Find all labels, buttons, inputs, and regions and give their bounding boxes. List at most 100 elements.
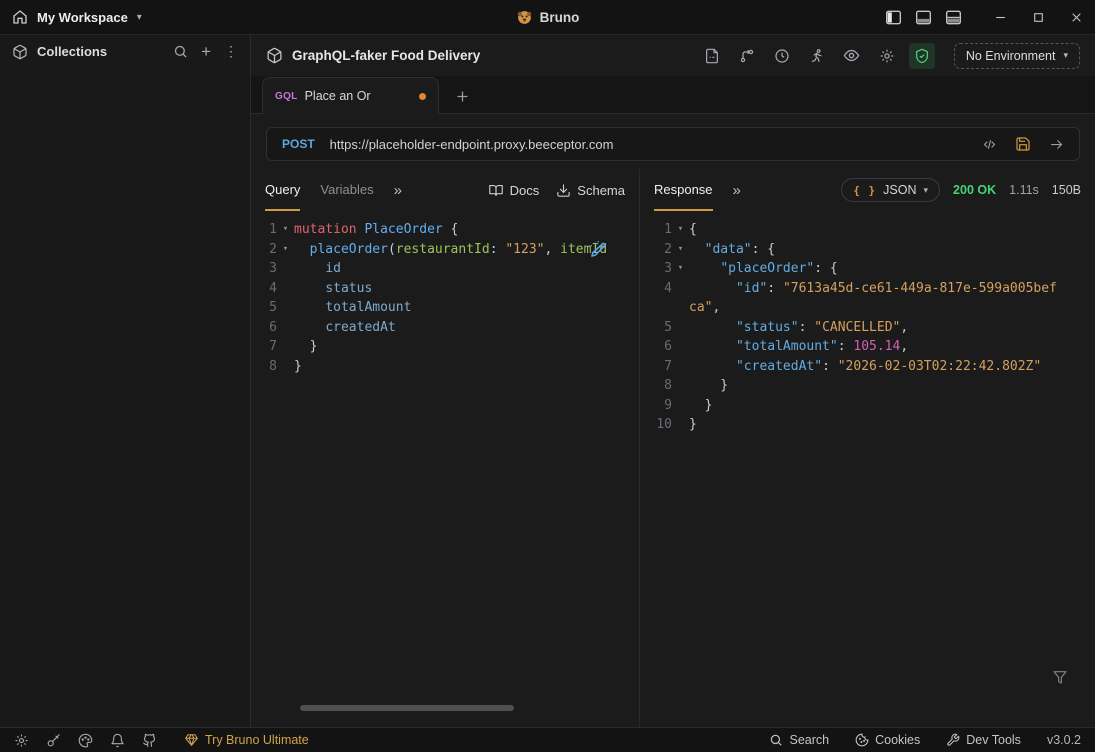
fold-spacer [672,415,689,435]
sidebar-title: Collections [37,44,107,59]
search-icon[interactable] [173,44,188,59]
tab-variables[interactable]: Variables [320,169,373,211]
code-line: 4 status [251,279,639,299]
upgrade-label: Try Bruno Ultimate [205,733,309,747]
collection-header: GraphQL-faker Food Delivery [251,35,1095,76]
code-line: 5 totalAmount [251,298,639,318]
minimize-icon[interactable] [994,11,1007,24]
horizontal-scrollbar[interactable] [300,705,514,711]
query-editor[interactable]: 1▾mutation PlaceOrder {2▾ placeOrder(res… [251,211,639,727]
more-response-tabs-icon[interactable]: » [733,182,741,199]
tab-response[interactable]: Response [654,169,713,211]
fold-arrow-icon[interactable]: ▾ [672,220,689,240]
secrets-key-icon[interactable] [46,733,61,748]
statusbar: Try Bruno Ultimate Search Cookies Dev To… [0,727,1095,752]
save-icon[interactable] [1015,136,1031,152]
send-arrow-icon[interactable] [1048,137,1065,152]
code-line: 6 "totalAmount": 105.14, [640,337,1095,357]
app-title: Bruno [540,10,580,25]
toggle-left-panel-icon[interactable] [885,10,902,25]
format-label: JSON [883,183,916,197]
fold-spacer [277,298,294,318]
search-button[interactable]: Search [769,733,829,747]
prettify-wand-icon[interactable] [588,241,607,260]
code-line: 1▾{ [640,220,1095,240]
code-line: ca", [640,298,1095,318]
request-tab[interactable]: GQL Place an Or [262,77,439,114]
fold-spacer [277,279,294,299]
settings-gear-icon[interactable] [874,43,900,69]
add-collection-icon[interactable]: + [201,42,211,62]
schema-label: Schema [577,183,625,198]
chevron-down-icon[interactable]: ▾ [137,12,142,23]
fold-spacer [277,259,294,279]
query-pane: Query Variables » Docs Schema 1 [251,169,640,727]
runner-icon[interactable] [804,43,830,69]
code-line: 7 "createdAt": "2026-02-03T02:22:42.802Z… [640,357,1095,377]
code-line: 8 } [640,376,1095,396]
cookie-icon [855,733,869,747]
cookies-button[interactable]: Cookies [855,733,920,747]
code-line: 3▾ "placeOrder": { [640,259,1095,279]
history-clock-icon[interactable] [769,43,795,69]
url-input[interactable]: https://placeholder-endpoint.proxy.beece… [330,137,967,152]
response-format-selector[interactable]: { } JSON ▾ [841,178,940,202]
filter-funnel-icon[interactable] [1052,669,1068,685]
app-version: v3.0.2 [1047,733,1081,747]
fold-arrow-icon[interactable]: ▾ [672,259,689,279]
fold-spacer [277,357,294,377]
fold-spacer [672,337,689,357]
more-tabs-icon[interactable]: » [394,182,402,199]
fold-arrow-icon[interactable]: ▾ [277,240,294,260]
titlebar: My Workspace ▾ Bruno [0,0,1095,35]
fold-arrow-icon[interactable]: ▾ [277,220,294,240]
devtools-button[interactable]: Dev Tools [946,733,1021,747]
code-line: 8} [251,357,639,377]
fold-spacer [277,337,294,357]
home-icon[interactable] [12,9,28,25]
collection-cube-icon [266,47,283,64]
code-line: 7 } [251,337,639,357]
code-line: 2▾ "data": { [640,240,1095,260]
github-icon[interactable] [142,733,157,748]
preferences-gear-icon[interactable] [14,733,29,748]
unsaved-dot-icon[interactable] [419,93,426,100]
toggle-bottom-panel-icon[interactable] [915,10,932,25]
close-icon[interactable] [1070,11,1083,24]
code-line: 3 id [251,259,639,279]
docs-label: Docs [510,183,540,198]
sidebar-menu-icon[interactable]: ⋮ [224,43,238,60]
code-line: 6 createdAt [251,318,639,338]
schema-button[interactable]: Schema [556,183,625,198]
git-branch-icon[interactable] [734,43,760,69]
search-icon [769,733,783,747]
workspace-name[interactable]: My Workspace [37,10,128,25]
tab-query[interactable]: Query [265,169,300,211]
braces-icon: { } [853,184,876,197]
toggle-rows-panel-icon[interactable] [945,10,962,25]
code-line: 10} [640,415,1095,435]
code-line: 2▾ placeOrder(restaurantId: "123", itemI… [251,240,639,260]
collection-name: GraphQL-faker Food Delivery [292,48,480,63]
code-line: 1▾mutation PlaceOrder { [251,220,639,240]
docs-button[interactable]: Docs [488,183,540,198]
notifications-bell-icon[interactable] [110,733,125,748]
maximize-icon[interactable] [1032,11,1045,24]
upgrade-link[interactable]: Try Bruno Ultimate [184,733,309,747]
response-viewer[interactable]: 1▾{2▾ "data": {3▾ "placeOrder": {4 "id":… [640,211,1095,727]
fold-spacer [672,396,689,416]
script-file-icon[interactable] [699,43,725,69]
environment-selector[interactable]: No Environment ▾ [954,43,1080,69]
fold-spacer [672,357,689,377]
status-badge: 200 OK [953,183,996,197]
fold-arrow-icon[interactable]: ▾ [672,240,689,260]
environment-label: No Environment [966,49,1056,63]
search-label: Search [789,733,829,747]
generate-code-icon[interactable] [981,137,998,152]
security-shield-check-icon[interactable] [909,43,935,69]
http-method[interactable]: POST [267,137,330,151]
new-tab-button[interactable] [455,89,470,104]
collections-cube-icon [12,44,28,60]
eye-icon[interactable] [839,43,865,69]
theme-palette-icon[interactable] [78,733,93,748]
